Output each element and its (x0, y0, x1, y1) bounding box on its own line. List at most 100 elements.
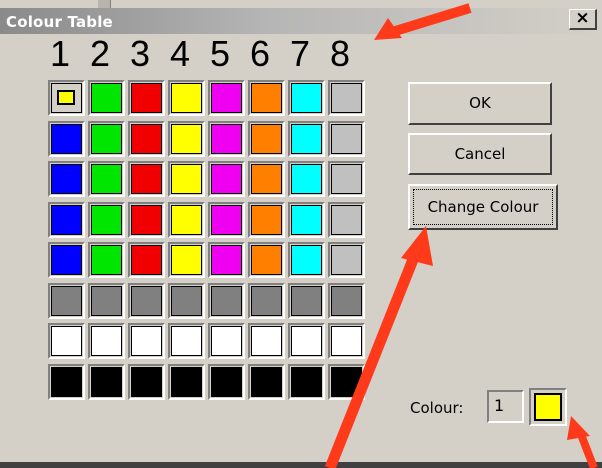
colour-swatch[interactable] (208, 121, 245, 157)
colour-swatch[interactable] (48, 80, 85, 116)
colour-swatch[interactable] (328, 242, 365, 278)
colour-swatch[interactable] (168, 202, 205, 238)
colour-swatch[interactable] (88, 242, 125, 278)
change-colour-button[interactable]: Change Colour (408, 184, 558, 230)
swatch-fill (291, 205, 322, 235)
colour-swatch[interactable] (328, 161, 365, 197)
colour-swatch[interactable] (288, 121, 325, 157)
colour-swatch[interactable] (128, 80, 165, 116)
colour-swatch[interactable] (168, 323, 205, 359)
cancel-button[interactable]: Cancel (408, 133, 552, 175)
colour-swatch[interactable] (88, 323, 125, 359)
colour-swatch[interactable] (288, 202, 325, 238)
colour-swatch[interactable] (128, 161, 165, 197)
colour-swatch[interactable] (208, 80, 245, 116)
colour-swatch[interactable] (328, 202, 365, 238)
close-button[interactable]: × (569, 9, 597, 30)
colour-swatch[interactable] (48, 323, 85, 359)
colour-swatch[interactable] (288, 161, 325, 197)
swatch-fill (211, 245, 242, 275)
colour-swatch[interactable] (168, 161, 205, 197)
colour-swatch[interactable] (168, 121, 205, 157)
colour-swatch[interactable] (88, 202, 125, 238)
colour-swatch[interactable] (48, 202, 85, 238)
colour-swatch[interactable] (128, 364, 165, 400)
colour-swatch[interactable] (48, 364, 85, 400)
colour-swatch[interactable] (248, 242, 285, 278)
swatch-fill (251, 286, 282, 316)
swatch-fill (251, 205, 282, 235)
colour-swatch[interactable] (328, 283, 365, 319)
annotation-arrow-head (567, 416, 590, 440)
swatch-fill (91, 124, 122, 154)
colour-swatch[interactable] (128, 283, 165, 319)
swatch-fill (291, 164, 322, 194)
colour-swatch[interactable] (288, 283, 325, 319)
colour-swatch[interactable] (88, 80, 125, 116)
swatch-fill (171, 205, 202, 235)
swatch-fill (51, 205, 82, 235)
colour-swatch[interactable] (248, 161, 285, 197)
colour-preview-swatch[interactable] (529, 388, 567, 426)
colour-swatch[interactable] (248, 80, 285, 116)
colour-swatch[interactable] (128, 323, 165, 359)
column-number: 4 (169, 33, 191, 74)
colour-swatch[interactable] (168, 283, 205, 319)
colour-swatch[interactable] (328, 80, 365, 116)
colour-swatch[interactable] (328, 323, 365, 359)
colour-swatch[interactable] (128, 121, 165, 157)
colour-swatch[interactable] (208, 323, 245, 359)
colour-swatch[interactable] (288, 323, 325, 359)
colour-swatch[interactable] (208, 242, 245, 278)
colour-swatch[interactable] (328, 121, 365, 157)
colour-swatch[interactable] (88, 364, 125, 400)
colour-swatch[interactable] (88, 161, 125, 197)
colour-index-field[interactable]: 1 (487, 390, 524, 423)
colour-swatch[interactable] (168, 364, 205, 400)
colour-swatch[interactable] (128, 242, 165, 278)
swatch-fill (131, 367, 162, 397)
colour-swatch[interactable] (88, 283, 125, 319)
ok-button[interactable]: OK (408, 82, 552, 125)
swatch-fill (211, 367, 242, 397)
swatch-fill (171, 245, 202, 275)
colour-swatch[interactable] (208, 202, 245, 238)
swatch-fill (331, 245, 362, 275)
colour-swatch[interactable] (248, 364, 285, 400)
column-number: 7 (289, 33, 311, 74)
colour-swatch[interactable] (168, 80, 205, 116)
colour-swatch[interactable] (128, 202, 165, 238)
colour-swatch[interactable] (88, 121, 125, 157)
swatch-fill (331, 367, 362, 397)
swatch-fill (291, 83, 322, 113)
colour-swatch[interactable] (288, 364, 325, 400)
swatch-fill (291, 245, 322, 275)
swatch-fill (91, 83, 122, 113)
swatch-fill (51, 245, 82, 275)
swatch-fill (91, 367, 122, 397)
swatch-fill (291, 124, 322, 154)
colour-swatch[interactable] (288, 242, 325, 278)
colour-swatch[interactable] (48, 242, 85, 278)
colour-swatch[interactable] (248, 323, 285, 359)
swatch-fill (51, 367, 82, 397)
colour-swatch[interactable] (248, 283, 285, 319)
swatch-fill (211, 286, 242, 316)
colour-swatch[interactable] (288, 80, 325, 116)
column-number: 2 (89, 33, 111, 74)
swatch-fill (131, 124, 162, 154)
colour-swatch[interactable] (208, 364, 245, 400)
colour-swatch[interactable] (248, 202, 285, 238)
colour-swatch[interactable] (328, 364, 365, 400)
colour-swatch[interactable] (48, 161, 85, 197)
colour-swatch[interactable] (48, 283, 85, 319)
colour-swatch[interactable] (248, 121, 285, 157)
colour-swatch[interactable] (168, 242, 205, 278)
colour-swatch[interactable] (208, 161, 245, 197)
swatch-fill (171, 286, 202, 316)
swatch-fill (131, 245, 162, 275)
swatch-fill (171, 326, 202, 356)
swatch-fill (131, 326, 162, 356)
colour-swatch[interactable] (48, 121, 85, 157)
colour-swatch[interactable] (208, 283, 245, 319)
